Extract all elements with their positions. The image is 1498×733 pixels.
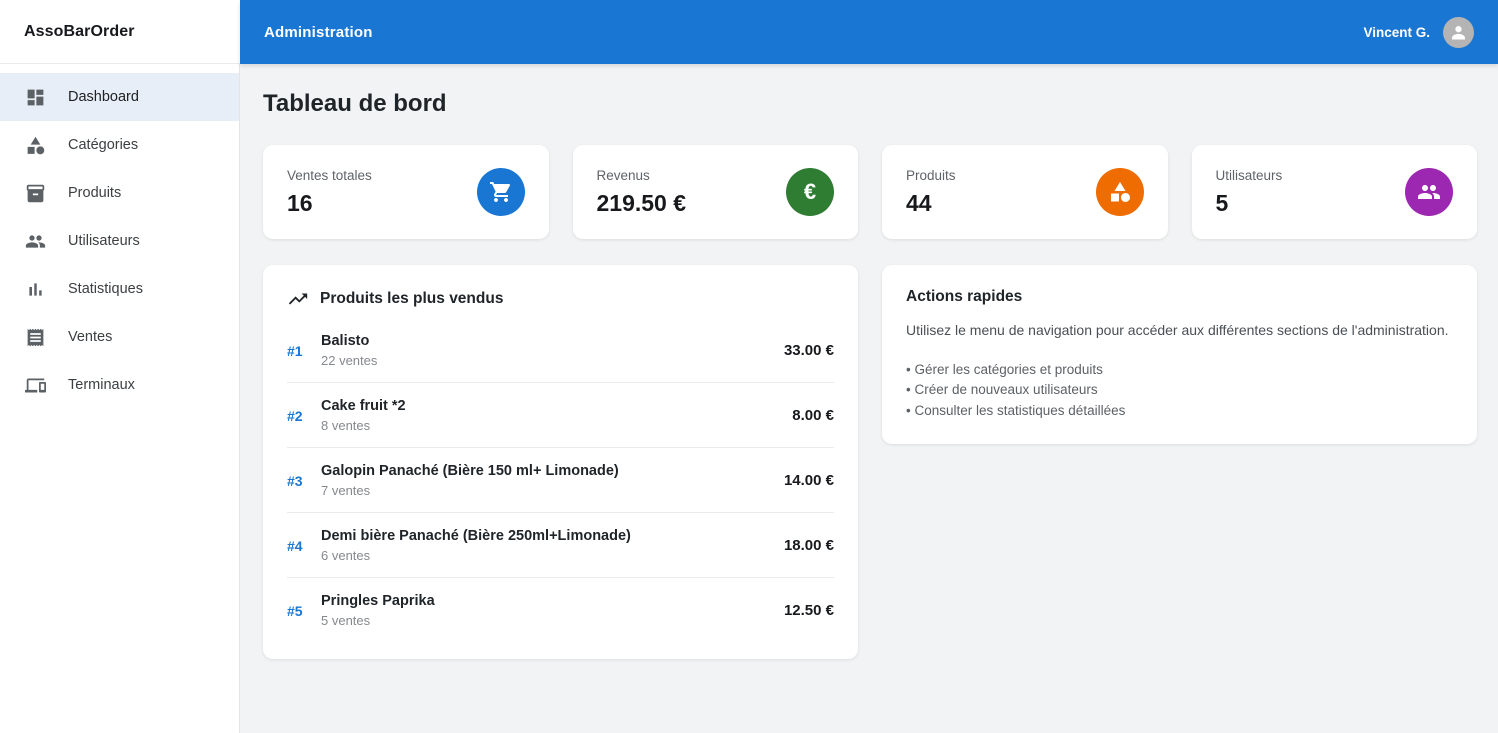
sidebar-item-label: Ventes — [68, 329, 113, 345]
product-sales: 7 ventes — [321, 483, 371, 498]
product-rank: #2 — [287, 407, 303, 424]
sidebar-item-users[interactable]: Utilisateurs — [0, 217, 239, 265]
product-row: #3 Galopin Panaché (Bière 150 ml+ Limona… — [287, 448, 834, 513]
sidebar-item-label: Dashboard — [68, 89, 139, 105]
devices-icon — [24, 374, 46, 396]
product-price: 8.00 € — [792, 407, 834, 424]
product-price: 33.00 € — [783, 342, 834, 359]
product-row: #1 Balisto 22 ventes 33.00 € — [287, 318, 834, 383]
appbar: Administration Vincent G. — [240, 0, 1498, 64]
product-rank: #5 — [287, 602, 303, 619]
product-rank: #1 — [287, 342, 303, 359]
quick-actions-card: Actions rapides Utilisez le menu de navi… — [882, 265, 1477, 445]
quick-actions-list: Gérer les catégories et produits Créer d… — [906, 360, 1453, 422]
product-price: 12.50 € — [783, 602, 834, 619]
product-price: 14.00 € — [783, 472, 834, 489]
product-sales: 6 ventes — [321, 548, 371, 563]
brand-area: AssoBarOrder — [0, 0, 240, 64]
quick-action-item: Créer de nouveaux utilisateurs — [906, 380, 1453, 401]
sidebar-item-sales[interactable]: Ventes — [0, 313, 239, 361]
stat-card-revenue: Revenus 219.50 € € — [572, 145, 858, 239]
content-grid: Produits les plus vendus #1 Balisto 22 v… — [263, 265, 1477, 659]
sidebar-item-dashboard[interactable]: Dashboard — [0, 73, 239, 121]
product-rank: #4 — [287, 537, 303, 554]
stat-label: Ventes totales — [287, 167, 372, 183]
top-products-card: Produits les plus vendus #1 Balisto 22 v… — [263, 265, 858, 659]
product-name: Galopin Panaché (Bière 150 ml+ Limonade) — [321, 463, 619, 479]
user-avatar[interactable] — [1443, 16, 1474, 48]
stat-card-users: Utilisateurs 5 — [1191, 145, 1477, 239]
people-icon — [1405, 168, 1453, 216]
sidebar-item-statistics[interactable]: Statistiques — [0, 265, 239, 313]
stat-card-total-sales: Ventes totales 16 — [263, 145, 549, 239]
appbar-title: Administration — [264, 23, 373, 41]
user-name: Vincent G. — [1363, 24, 1430, 40]
stats-row: Ventes totales 16 Revenus 219.50 € € Pro… — [263, 145, 1477, 239]
product-name: Balisto — [321, 333, 370, 349]
stat-value: 44 — [906, 189, 932, 216]
product-name: Pringles Paprika — [321, 593, 435, 609]
product-price: 18.00 € — [783, 537, 834, 554]
sidebar-item-label: Catégories — [68, 137, 139, 153]
quick-actions-description: Utilisez le menu de navigation pour accé… — [906, 322, 1449, 338]
sidebar: Dashboard Catégories Produits Utilisateu… — [0, 64, 240, 733]
topbar: AssoBarOrder Administration Vincent G. — [0, 0, 1498, 64]
stat-label: Utilisateurs — [1215, 167, 1283, 183]
category-icon — [24, 134, 46, 156]
product-row: #2 Cake fruit *2 8 ventes 8.00 € — [287, 383, 834, 448]
trending-up-icon — [287, 288, 309, 310]
user-menu[interactable]: Vincent G. — [1363, 16, 1474, 48]
quick-action-item: Gérer les catégories et produits — [906, 360, 1453, 381]
product-sales: 22 ventes — [321, 353, 378, 368]
product-sales: 8 ventes — [321, 418, 371, 433]
dashboard-icon — [24, 86, 46, 108]
sidebar-item-products[interactable]: Produits — [0, 169, 239, 217]
product-rank: #3 — [287, 472, 303, 489]
page-title: Tableau de bord — [263, 90, 447, 117]
stat-card-products: Produits 44 — [882, 145, 1168, 239]
bar-chart-icon — [24, 278, 46, 300]
stat-label: Produits — [906, 167, 956, 183]
product-name: Demi bière Panaché (Bière 250ml+Limonade… — [321, 528, 631, 544]
cart-icon — [476, 168, 525, 216]
sidebar-item-label: Produits — [68, 185, 122, 201]
sidebar-item-label: Utilisateurs — [68, 233, 140, 249]
sidebar-item-categories[interactable]: Catégories — [0, 121, 239, 169]
sidebar-item-label: Statistiques — [68, 281, 143, 297]
people-icon — [24, 230, 46, 252]
sidebar-item-terminals[interactable]: Terminaux — [0, 361, 239, 409]
person-icon — [1452, 25, 1465, 39]
app-logo: AssoBarOrder — [24, 22, 135, 40]
product-name: Cake fruit *2 — [321, 398, 406, 414]
receipt-icon — [24, 326, 46, 348]
product-sales: 5 ventes — [321, 613, 371, 628]
stat-value: 16 — [287, 189, 313, 216]
card-title: Produits les plus vendus — [320, 290, 504, 307]
quick-action-item: Consulter les statistiques détaillées — [906, 401, 1453, 422]
category-icon — [1095, 168, 1144, 216]
product-row: #5 Pringles Paprika 5 ventes 12.50 € — [287, 578, 834, 636]
stat-value: 5 — [1215, 189, 1229, 216]
top-products-header: Produits les plus vendus — [287, 288, 834, 310]
sidebar-item-label: Terminaux — [68, 377, 135, 393]
quick-actions-title: Actions rapides — [906, 288, 1023, 305]
product-row: #4 Demi bière Panaché (Bière 250ml+Limon… — [287, 513, 834, 578]
euro-icon: € — [786, 168, 834, 216]
inventory-icon — [24, 182, 46, 204]
main-content: Tableau de bord Ventes totales 16 Revenu… — [240, 64, 1498, 733]
stat-value: 219.50 € — [596, 189, 687, 216]
stat-label: Revenus — [596, 167, 650, 183]
